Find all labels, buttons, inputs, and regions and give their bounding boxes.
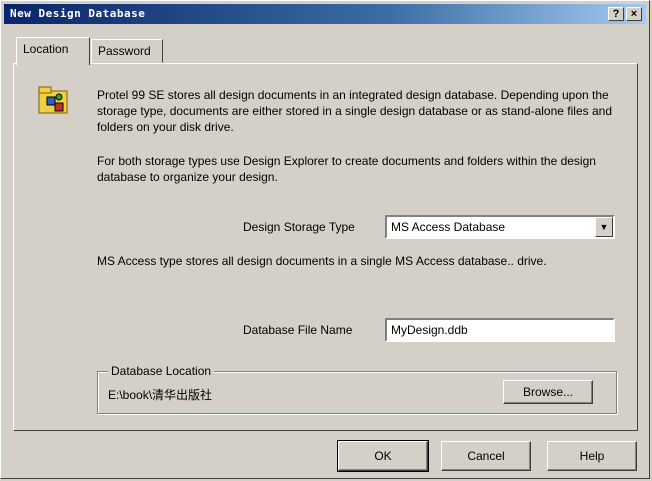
cancel-button-label: Cancel bbox=[467, 449, 505, 463]
help-icon[interactable]: ? bbox=[608, 7, 624, 21]
title-bar[interactable]: New Design Database ? × bbox=[4, 4, 646, 24]
browse-button-label: Browse... bbox=[522, 385, 573, 399]
tab-location[interactable]: Location bbox=[16, 37, 90, 65]
new-design-database-dialog: New Design Database ? × Location Passwor… bbox=[0, 0, 650, 479]
database-location-label: Database Location bbox=[108, 364, 215, 378]
window-title: New Design Database bbox=[10, 7, 146, 20]
tab-password-label: Password bbox=[98, 44, 151, 58]
cancel-button[interactable]: Cancel bbox=[441, 441, 531, 471]
design-database-icon bbox=[38, 86, 68, 114]
help-button[interactable]: Help bbox=[547, 441, 637, 471]
chevron-down-icon[interactable]: ▼ bbox=[595, 217, 613, 237]
intro-text: Protel 99 SE stores all design documents… bbox=[97, 88, 612, 134]
storage-type-label: Design Storage Type bbox=[243, 220, 355, 234]
location-path: E:\book\清华出版社 bbox=[108, 388, 213, 402]
database-location-group: Database Location E:\book\清华出版社 Browse..… bbox=[97, 364, 617, 414]
storage-type-value: MS Access Database bbox=[391, 220, 506, 234]
file-name-input[interactable]: MyDesign.ddb bbox=[385, 318, 615, 342]
storage-type-select[interactable]: MS Access Database ▼ bbox=[385, 215, 615, 239]
storage-type-description: MS Access type stores all design documen… bbox=[97, 254, 547, 268]
close-icon[interactable]: × bbox=[626, 7, 642, 21]
file-name-value: MyDesign.ddb bbox=[391, 323, 468, 337]
explorer-note-text: For both storage types use Design Explor… bbox=[97, 154, 596, 184]
ok-button[interactable]: OK bbox=[337, 440, 429, 472]
browse-button[interactable]: Browse... bbox=[503, 380, 593, 404]
tab-password[interactable]: Password bbox=[91, 39, 163, 63]
file-name-label: Database File Name bbox=[243, 323, 353, 337]
tab-location-label: Location bbox=[23, 42, 69, 56]
help-button-label: Help bbox=[579, 449, 605, 463]
ok-button-label: OK bbox=[374, 449, 392, 463]
